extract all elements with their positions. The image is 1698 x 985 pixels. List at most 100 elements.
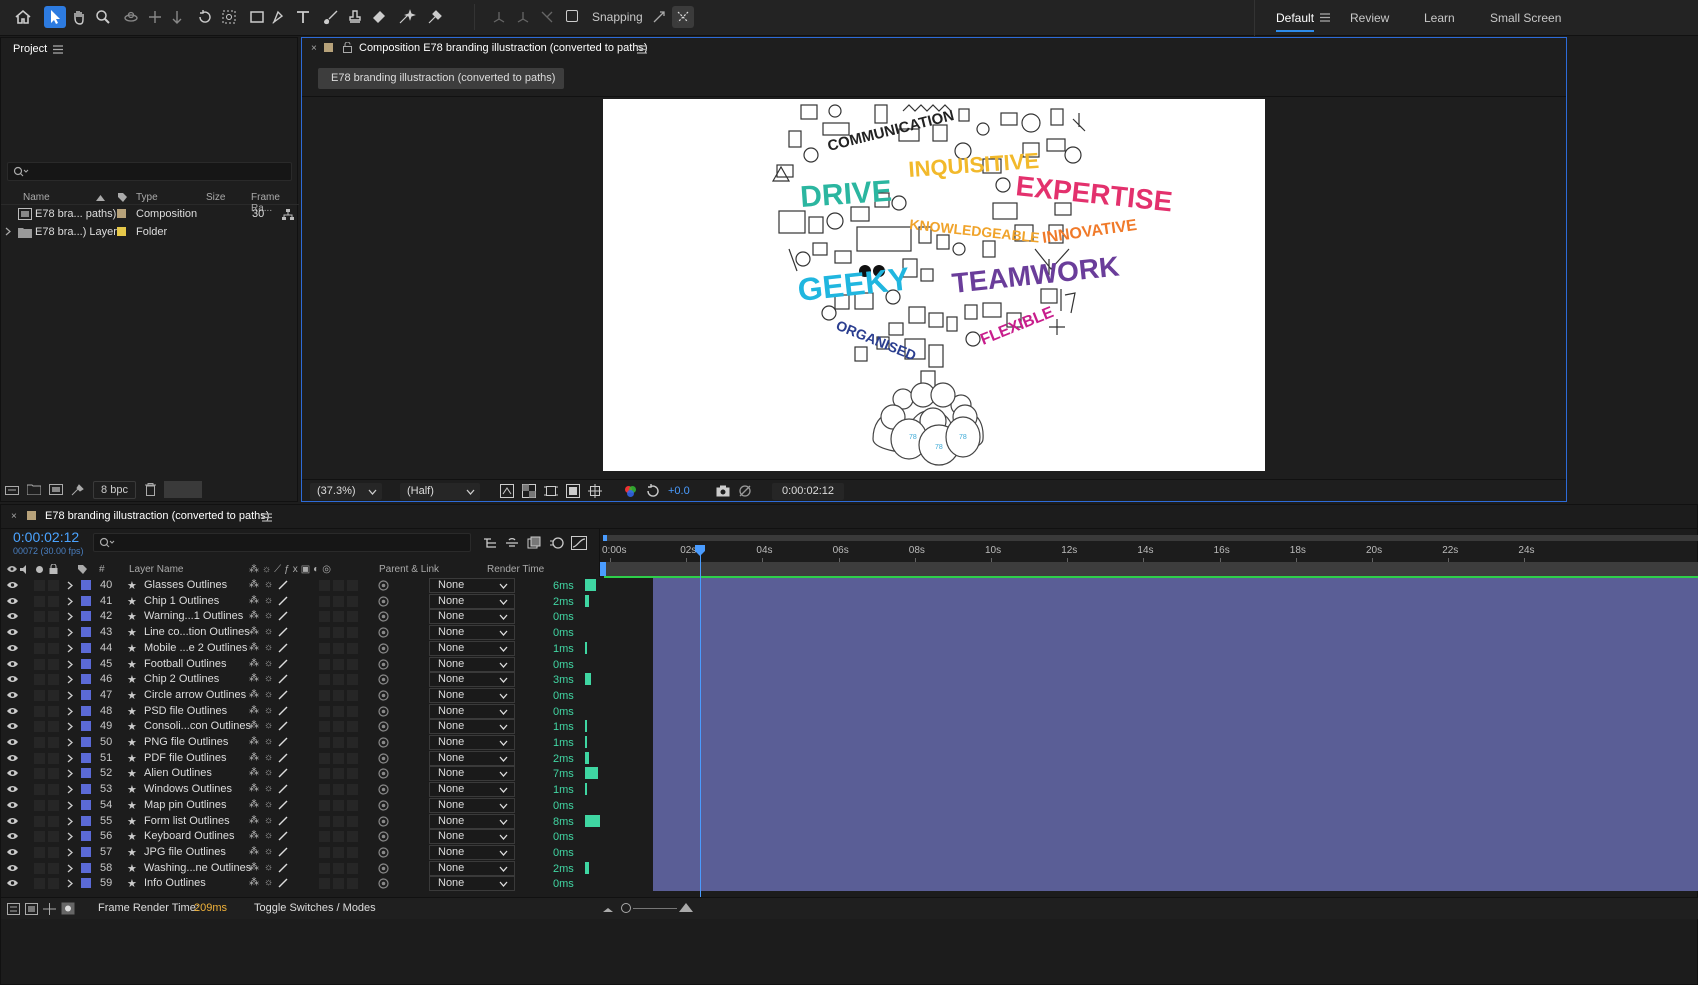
label-color-swatch[interactable] bbox=[81, 643, 91, 653]
snap-features-icon[interactable] bbox=[672, 6, 694, 28]
motion-blur-switch[interactable] bbox=[333, 627, 344, 638]
solo-switch[interactable] bbox=[34, 580, 45, 591]
pick-whip-icon[interactable] bbox=[378, 784, 389, 795]
label-color-swatch[interactable] bbox=[81, 580, 91, 590]
type-tool-icon[interactable] bbox=[292, 6, 314, 28]
workspace-menu-icon[interactable] bbox=[1320, 13, 1330, 22]
orbit-camera-icon[interactable] bbox=[120, 6, 142, 28]
collapse-switch-icon[interactable]: ☼ bbox=[264, 610, 273, 621]
label-color-swatch[interactable] bbox=[81, 627, 91, 637]
solo-switch[interactable] bbox=[34, 847, 45, 858]
effect-switch[interactable] bbox=[319, 816, 330, 827]
clone-stamp-tool-icon[interactable] bbox=[344, 6, 366, 28]
quality-switch-icon[interactable] bbox=[278, 627, 288, 637]
layer-row[interactable]: 44 ★ Mobile ...e 2 Outlines ⁂ ☼ None 1ms bbox=[1, 640, 649, 657]
parent-select[interactable]: None bbox=[429, 782, 515, 797]
quality-switch-icon[interactable] bbox=[278, 863, 288, 873]
parent-select[interactable]: None bbox=[429, 594, 515, 609]
collapse-switch-icon[interactable]: ☼ bbox=[264, 767, 273, 778]
collapse-switch-icon[interactable]: ☼ bbox=[264, 752, 273, 763]
solo-switch[interactable] bbox=[34, 611, 45, 622]
pick-whip-icon[interactable] bbox=[378, 690, 389, 701]
quality-switch-icon[interactable] bbox=[278, 737, 288, 747]
parent-select[interactable]: None bbox=[429, 672, 515, 687]
adjustment-switch[interactable] bbox=[347, 659, 358, 670]
grid-guides-icon[interactable] bbox=[588, 484, 602, 498]
effect-switch[interactable] bbox=[319, 611, 330, 622]
solo-switch[interactable] bbox=[34, 784, 45, 795]
zoom-in-icon[interactable] bbox=[679, 901, 693, 912]
motion-blur-switch[interactable] bbox=[333, 800, 344, 811]
effect-switch[interactable] bbox=[319, 596, 330, 607]
parent-select[interactable]: None bbox=[429, 735, 515, 750]
layer-duration-bar[interactable] bbox=[653, 875, 1698, 891]
layer-row[interactable]: 40 ★ Glasses Outlines ⁂ ☼ None 6ms bbox=[1, 577, 649, 594]
current-timecode[interactable]: 0:00:02:12 bbox=[13, 529, 79, 545]
expand-arrow-icon[interactable] bbox=[67, 879, 73, 888]
layer-name[interactable]: PSD file Outlines bbox=[144, 705, 227, 717]
collapse-switch-icon[interactable]: ☼ bbox=[264, 830, 273, 841]
eye-icon[interactable] bbox=[7, 644, 18, 652]
eye-icon[interactable] bbox=[7, 691, 18, 699]
column-type[interactable]: Type bbox=[136, 192, 158, 203]
layer-duration-bar[interactable] bbox=[653, 703, 1698, 719]
transparency-grid-icon[interactable] bbox=[522, 484, 536, 498]
effect-switch[interactable] bbox=[319, 800, 330, 811]
collapse-switch-icon[interactable]: ☼ bbox=[264, 877, 273, 888]
effect-switch[interactable] bbox=[319, 580, 330, 591]
quality-switch-icon[interactable] bbox=[278, 768, 288, 778]
zoom-slider-track[interactable] bbox=[633, 908, 677, 909]
quality-switch-icon[interactable] bbox=[278, 643, 288, 653]
anchor-point-tool-icon[interactable] bbox=[218, 6, 240, 28]
label-color-swatch[interactable] bbox=[81, 611, 91, 621]
shy-switch-icon[interactable]: ⁂ bbox=[249, 610, 259, 621]
label-color-swatch[interactable] bbox=[81, 706, 91, 716]
puppet-pin-tool-icon[interactable] bbox=[424, 6, 446, 28]
lock-switch[interactable] bbox=[48, 816, 59, 827]
layer-name[interactable]: Football Outlines bbox=[144, 658, 227, 670]
adjustment-switch[interactable] bbox=[347, 596, 358, 607]
motion-blur-switch[interactable] bbox=[333, 659, 344, 670]
workspace-small-screen[interactable]: Small Screen bbox=[1490, 11, 1561, 25]
collapse-switch-icon[interactable]: ☼ bbox=[264, 799, 273, 810]
pick-whip-icon[interactable] bbox=[378, 659, 389, 670]
eye-icon[interactable] bbox=[7, 707, 18, 715]
pick-whip-icon[interactable] bbox=[378, 863, 389, 874]
expand-arrow-icon[interactable] bbox=[67, 785, 73, 794]
effect-switch[interactable] bbox=[319, 627, 330, 638]
solo-switch[interactable] bbox=[34, 816, 45, 827]
world-axis-icon[interactable] bbox=[512, 6, 534, 28]
camera-snapshot-icon[interactable] bbox=[716, 485, 730, 497]
solo-switch[interactable] bbox=[34, 863, 45, 874]
adjustment-switch[interactable] bbox=[347, 768, 358, 779]
pick-whip-icon[interactable] bbox=[378, 611, 389, 622]
lock-switch[interactable] bbox=[48, 690, 59, 701]
shy-switch-icon[interactable]: ⁂ bbox=[249, 689, 259, 700]
eye-icon[interactable] bbox=[7, 722, 18, 730]
lock-switch[interactable] bbox=[48, 706, 59, 717]
label-color-swatch[interactable] bbox=[81, 816, 91, 826]
lock-switch[interactable] bbox=[48, 611, 59, 622]
eye-icon[interactable] bbox=[7, 660, 18, 668]
adjustment-switch[interactable] bbox=[347, 611, 358, 622]
zoom-slider-thumb[interactable] bbox=[621, 903, 631, 913]
layer-row[interactable]: 52 ★ Alien Outlines ⁂ ☼ None 7ms bbox=[1, 765, 649, 782]
parent-select[interactable]: None bbox=[429, 798, 515, 813]
adjustment-switch[interactable] bbox=[347, 847, 358, 858]
region-of-interest-icon[interactable] bbox=[544, 484, 558, 498]
collapse-switch-icon[interactable]: ☼ bbox=[264, 783, 273, 794]
parent-select[interactable]: None bbox=[429, 657, 515, 672]
parent-select[interactable]: None bbox=[429, 861, 515, 876]
bit-depth-button[interactable]: 8 bpc bbox=[93, 481, 136, 499]
collapse-switch-icon[interactable]: ☼ bbox=[264, 673, 273, 684]
panel-menu-icon[interactable] bbox=[53, 45, 63, 54]
adjustment-switch[interactable] bbox=[347, 784, 358, 795]
pick-whip-icon[interactable] bbox=[378, 596, 389, 607]
eye-icon[interactable] bbox=[7, 785, 18, 793]
solo-switch[interactable] bbox=[34, 737, 45, 748]
shy-switch-icon[interactable]: ⁂ bbox=[249, 846, 259, 857]
motion-blur-switch[interactable] bbox=[333, 784, 344, 795]
parent-select[interactable]: None bbox=[429, 704, 515, 719]
work-area-bar[interactable] bbox=[603, 535, 1698, 541]
expand-arrow-icon[interactable] bbox=[67, 738, 73, 747]
